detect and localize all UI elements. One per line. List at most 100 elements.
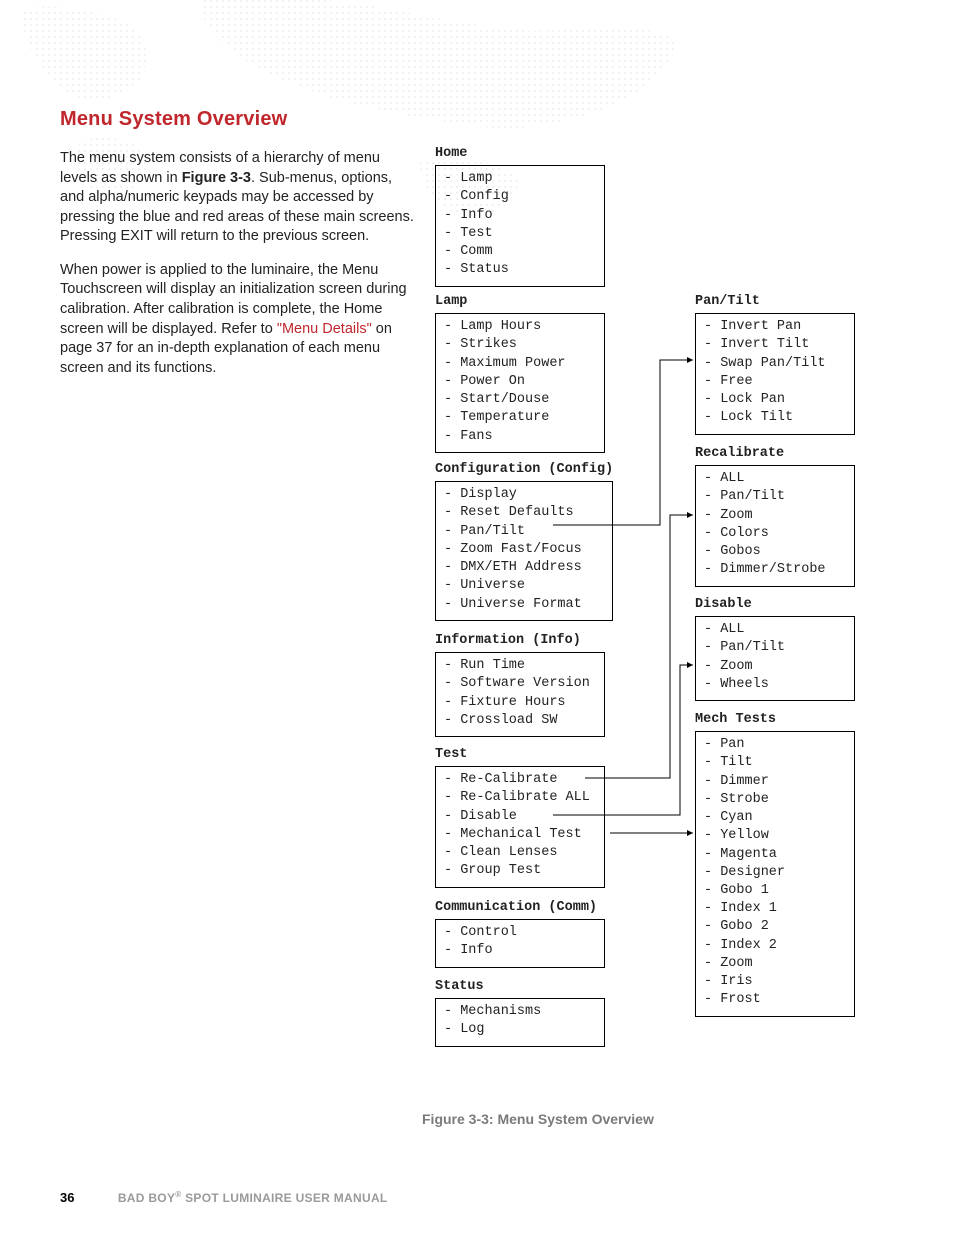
menu-item: Index 2 [704, 937, 846, 955]
menu-item: Gobos [704, 543, 846, 561]
menu-config: Configuration (Config) DisplayReset Defa… [435, 461, 613, 621]
menu-info: Information (Info) Run TimeSoftware Vers… [435, 632, 605, 737]
menu-item: DMX/ETH Address [444, 559, 604, 577]
menu-item: Gobo 2 [704, 918, 846, 936]
footer-product: BAD BOY [118, 1191, 175, 1205]
menu-item: Lock Tilt [704, 409, 846, 427]
menu-item: Zoom Fast/Focus [444, 541, 604, 559]
menu-item: Zoom [704, 507, 846, 525]
menu-item: Info [444, 942, 596, 960]
menu-item: Pan/Tilt [444, 523, 604, 541]
menu-item: Pan/Tilt [704, 488, 846, 506]
menu-item: Test [444, 225, 596, 243]
menu-status-box: MechanismsLog [435, 998, 605, 1046]
menu-item: Colors [704, 525, 846, 543]
menu-item: Frost [704, 991, 846, 1009]
menu-mech-title: Mech Tests [695, 711, 855, 729]
menu-pantilt-box: Invert PanInvert TiltSwap Pan/TiltFreeLo… [695, 313, 855, 434]
menu-item: ALL [704, 470, 846, 488]
menu-details-link[interactable]: "Menu Details" [277, 321, 372, 337]
menu-item: Pan [704, 736, 846, 754]
menu-item: Iris [704, 973, 846, 991]
menu-item: Config [444, 188, 596, 206]
menu-item: Fans [444, 428, 596, 446]
menu-item: Gobo 1 [704, 882, 846, 900]
menu-item: Status [444, 261, 596, 279]
menu-item: Dimmer/Strobe [704, 561, 846, 579]
menu-disable-box: ALLPan/TiltZoomWheels [695, 616, 855, 701]
menu-item: Universe [444, 577, 604, 595]
page-footer: 36 BAD BOY® SPOT LUMINAIRE USER MANUAL [60, 1190, 388, 1205]
menu-item: Swap Pan/Tilt [704, 355, 846, 373]
menu-item: Pan/Tilt [704, 639, 846, 657]
menu-item: Free [704, 373, 846, 391]
menu-home: Home LampConfigInfoTestCommStatus [435, 145, 605, 287]
menu-mech-box: PanTiltDimmerStrobeCyanYellowMagentaDesi… [695, 731, 855, 1016]
paragraph-2: When power is applied to the luminaire, … [60, 261, 420, 378]
menu-item: Run Time [444, 657, 596, 675]
menu-item: Re-Calibrate ALL [444, 789, 596, 807]
menu-item: Display [444, 486, 604, 504]
menu-item: Comm [444, 243, 596, 261]
menu-config-box: DisplayReset DefaultsPan/TiltZoom Fast/F… [435, 481, 613, 621]
menu-item: Dimmer [704, 773, 846, 791]
menu-info-title: Information (Info) [435, 632, 605, 650]
menu-home-title: Home [435, 145, 605, 163]
menu-config-title: Configuration (Config) [435, 461, 613, 479]
figure-caption: Figure 3-3: Menu System Overview [422, 1111, 654, 1127]
footer-suffix: SPOT LUMINAIRE USER MANUAL [181, 1191, 387, 1205]
menu-recal: Recalibrate ALLPan/TiltZoomColorsGobosDi… [695, 445, 855, 587]
paragraph-1: The menu system consists of a hierarchy … [60, 149, 420, 247]
menu-comm-title: Communication (Comm) [435, 899, 605, 917]
menu-disable-title: Disable [695, 596, 855, 614]
menu-item: Re-Calibrate [444, 771, 596, 789]
menu-item: Mechanical Test [444, 826, 596, 844]
menu-info-box: Run TimeSoftware VersionFixture HoursCro… [435, 652, 605, 737]
menu-item: Index 1 [704, 900, 846, 918]
menu-item: Control [444, 924, 596, 942]
menu-item: Universe Format [444, 596, 604, 614]
menu-pantilt: Pan/Tilt Invert PanInvert TiltSwap Pan/T… [695, 293, 855, 435]
menu-disable: Disable ALLPan/TiltZoomWheels [695, 596, 855, 701]
menu-item: Strikes [444, 336, 596, 354]
menu-item: Strobe [704, 791, 846, 809]
menu-lamp-title: Lamp [435, 293, 605, 311]
menu-item: Fixture Hours [444, 694, 596, 712]
menu-recal-box: ALLPan/TiltZoomColorsGobosDimmer/Strobe [695, 465, 855, 586]
menu-item: Mechanisms [444, 1003, 596, 1021]
menu-item: Temperature [444, 409, 596, 427]
menu-item: ALL [704, 621, 846, 639]
menu-status-title: Status [435, 978, 605, 996]
menu-item: Wheels [704, 676, 846, 694]
menu-lamp: Lamp Lamp HoursStrikesMaximum PowerPower… [435, 293, 605, 453]
figure-reference: Figure 3-3 [182, 170, 251, 186]
menu-item: Start/Douse [444, 391, 596, 409]
menu-item: Info [444, 207, 596, 225]
menu-lamp-box: Lamp HoursStrikesMaximum PowerPower OnSt… [435, 313, 605, 453]
menu-item: Tilt [704, 754, 846, 772]
menu-item: Lock Pan [704, 391, 846, 409]
menu-item: Zoom [704, 955, 846, 973]
menu-item: Invert Tilt [704, 336, 846, 354]
menu-test: Test Re-CalibrateRe-Calibrate ALLDisable… [435, 746, 605, 888]
menu-mech: Mech Tests PanTiltDimmerStrobeCyanYellow… [695, 711, 855, 1017]
section-heading: Menu System Overview [60, 108, 420, 131]
menu-item: Reset Defaults [444, 504, 604, 522]
menu-test-title: Test [435, 746, 605, 764]
footer-text: BAD BOY® SPOT LUMINAIRE USER MANUAL [118, 1191, 388, 1205]
menu-item: Power On [444, 373, 596, 391]
menu-item: Maximum Power [444, 355, 596, 373]
menu-item: Log [444, 1021, 596, 1039]
menu-comm: Communication (Comm) ControlInfo [435, 899, 605, 968]
menu-item: Crossload SW [444, 712, 596, 730]
menu-item: Designer [704, 864, 846, 882]
menu-comm-box: ControlInfo [435, 919, 605, 967]
menu-recal-title: Recalibrate [695, 445, 855, 463]
menu-item: Software Version [444, 675, 596, 693]
menu-item: Lamp [444, 170, 596, 188]
menu-item: Zoom [704, 658, 846, 676]
menu-home-box: LampConfigInfoTestCommStatus [435, 165, 605, 286]
menu-item: Yellow [704, 827, 846, 845]
menu-item: Invert Pan [704, 318, 846, 336]
menu-item: Lamp Hours [444, 318, 596, 336]
